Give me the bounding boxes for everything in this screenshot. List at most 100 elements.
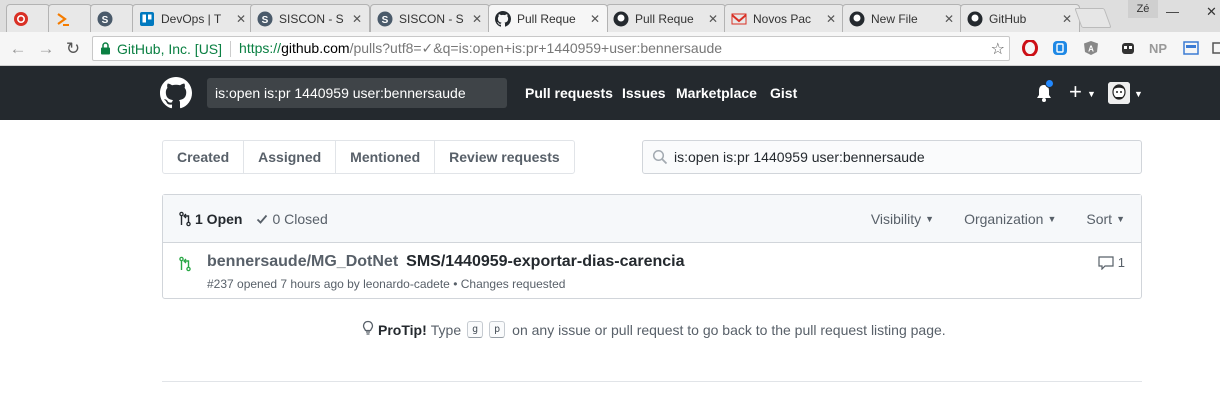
- close-window-icon[interactable]: ✕: [1206, 4, 1217, 20]
- url-text: https://github.com/pulls?utf8=✓&q=is:ope…: [239, 40, 723, 56]
- forward-icon[interactable]: →: [36, 39, 56, 59]
- browser-tab-active[interactable]: Pull Reque ✕: [488, 4, 608, 32]
- protip-text: on any issue or pull request to go back …: [512, 321, 946, 338]
- check-icon: [257, 214, 268, 224]
- tab-title: DevOps | T: [161, 11, 222, 26]
- reload-icon[interactable]: ↻: [63, 39, 83, 59]
- close-icon[interactable]: ✕: [471, 12, 483, 26]
- back-icon[interactable]: ←: [8, 39, 28, 59]
- organization-dropdown[interactable]: Organization ▼: [964, 211, 1056, 227]
- filter-search-input[interactable]: is:open is:pr 1440959 user:bennersaude: [642, 140, 1142, 174]
- chevron-down-icon: ▼: [1047, 214, 1057, 224]
- tab-title: SISCON - S: [279, 11, 344, 26]
- recycle-icon: [13, 11, 29, 27]
- np-icon[interactable]: NP: [1149, 40, 1167, 58]
- new-tab-button[interactable]: [1074, 8, 1112, 28]
- chevron-down-icon: ▼: [1116, 214, 1125, 224]
- tab-title: New File: [871, 11, 918, 26]
- mail-icon: [731, 11, 747, 27]
- pull-request-link[interactable]: SMS/1440959-exportar-dias-carencia: [406, 253, 684, 270]
- list-item: bennersaude/MG_DotNet SMS/1440959-exporta…: [163, 243, 1141, 299]
- filter-value: is:open is:pr 1440959 user:bennersaude: [674, 149, 925, 165]
- s-circle-icon: S: [97, 11, 113, 27]
- opera-icon[interactable]: [1021, 39, 1039, 58]
- box-icon[interactable]: [1051, 40, 1069, 58]
- nav-pull-requests[interactable]: Pull requests: [525, 85, 613, 101]
- close-icon[interactable]: ✕: [589, 12, 601, 26]
- close-icon[interactable]: ✕: [707, 12, 719, 26]
- chevron-down-icon[interactable]: ▼: [1134, 89, 1143, 99]
- pull-request-meta: #237 opened 7 hours ago by leonardo-cade…: [207, 277, 566, 291]
- url-input[interactable]: GitHub, Inc. [US] https://github.com/pul…: [92, 36, 1010, 61]
- svg-text:S: S: [102, 15, 109, 26]
- keyboard-key: p: [489, 321, 506, 338]
- close-icon[interactable]: ✕: [825, 12, 837, 26]
- tab-title: Pull Reque: [517, 11, 576, 26]
- subnav-created[interactable]: Created: [163, 141, 243, 173]
- browser-tab[interactable]: S SISCON - S ✕: [250, 4, 370, 32]
- header-search-input[interactable]: is:open is:pr 1440959 user:bennersaude: [207, 78, 507, 108]
- repo-link[interactable]: bennersaude/MG_DotNet: [207, 253, 398, 270]
- browser-tabstrip: S DevOps | T ✕ S SISCON - S ✕ S SISCON -…: [0, 0, 1220, 32]
- site-header: is:open is:pr 1440959 user:bennersaude P…: [0, 66, 1220, 120]
- visibility-dropdown[interactable]: Visibility ▼: [871, 211, 934, 227]
- browser-tab[interactable]: [48, 4, 92, 32]
- cast-icon[interactable]: [1209, 40, 1220, 58]
- address-bar: ← → ↻ GitHub, Inc. [US] https://github.c…: [0, 32, 1220, 66]
- trello-icon: [139, 11, 155, 27]
- close-icon[interactable]: ✕: [351, 12, 363, 26]
- subnav-assigned[interactable]: Assigned: [243, 141, 335, 173]
- github-icon: [849, 11, 865, 27]
- open-pull-request-icon: [179, 256, 191, 275]
- browser-tab[interactable]: New File ✕: [842, 4, 962, 32]
- plus-icon[interactable]: +: [1069, 79, 1082, 105]
- star-icon[interactable]: ☆: [991, 39, 1005, 59]
- nav-gist[interactable]: Gist: [770, 85, 797, 101]
- image-icon[interactable]: [1182, 40, 1200, 58]
- open-filter[interactable]: 1 Open: [179, 211, 242, 227]
- sort-dropdown[interactable]: Sort ▼: [1086, 211, 1125, 227]
- divider: [162, 381, 1142, 382]
- comments-link[interactable]: 1: [1098, 255, 1125, 270]
- close-icon[interactable]: ✕: [1061, 12, 1073, 26]
- minimize-icon[interactable]: —: [1166, 4, 1179, 19]
- tab-title: GitHub: [989, 11, 1027, 26]
- browser-tab[interactable]: Pull Reque ✕: [606, 4, 726, 32]
- browser-tab[interactable]: GitHub ✕: [960, 4, 1080, 32]
- protip: ProTip! Type g p on any issue or pull re…: [362, 320, 946, 339]
- browser-tab[interactable]: DevOps | T ✕: [132, 4, 254, 32]
- browser-tab[interactable]: S: [90, 4, 134, 32]
- svg-text:S: S: [382, 15, 389, 26]
- secure-label: GitHub, Inc. [US]: [117, 40, 223, 57]
- subnav-mentioned[interactable]: Mentioned: [335, 141, 434, 173]
- protip-text: Type: [430, 321, 462, 338]
- tab-title: Novos Pac: [753, 11, 812, 26]
- close-icon[interactable]: ✕: [943, 12, 955, 26]
- notification-dot: [1045, 79, 1054, 88]
- bell-icon[interactable]: [1035, 79, 1054, 103]
- tab-title: Pull Reque: [635, 11, 694, 26]
- avatar[interactable]: [1108, 82, 1130, 104]
- ghostery-icon[interactable]: [1119, 40, 1137, 58]
- keyboard-key: g: [467, 321, 484, 338]
- close-icon[interactable]: ✕: [235, 12, 247, 26]
- browser-tab[interactable]: Novos Pac ✕: [724, 4, 844, 32]
- profile-button[interactable]: Zé: [1128, 0, 1158, 18]
- protip-label: ProTip!: [378, 321, 427, 338]
- chevron-down-icon[interactable]: ▼: [1087, 89, 1096, 99]
- svg-text:S: S: [262, 15, 269, 26]
- comment-icon: [1098, 255, 1114, 270]
- closed-filter[interactable]: 0 Closed: [256, 211, 328, 227]
- nav-issues[interactable]: Issues: [622, 85, 666, 101]
- browser-tab[interactable]: [6, 4, 50, 32]
- subnav-review-requests[interactable]: Review requests: [434, 141, 574, 173]
- issues-listing-header: 1 Open 0 Closed Visibility ▼ Organization…: [163, 195, 1141, 243]
- svg-text:A: A: [1088, 45, 1094, 54]
- divider: [230, 40, 232, 57]
- prompt-icon: [55, 11, 71, 27]
- browser-tab[interactable]: S SISCON - S ✕: [370, 4, 490, 32]
- angular-icon[interactable]: A: [1082, 40, 1100, 58]
- github-icon: [967, 11, 983, 27]
- nav-marketplace[interactable]: Marketplace: [676, 85, 757, 101]
- github-logo-icon[interactable]: [160, 77, 192, 109]
